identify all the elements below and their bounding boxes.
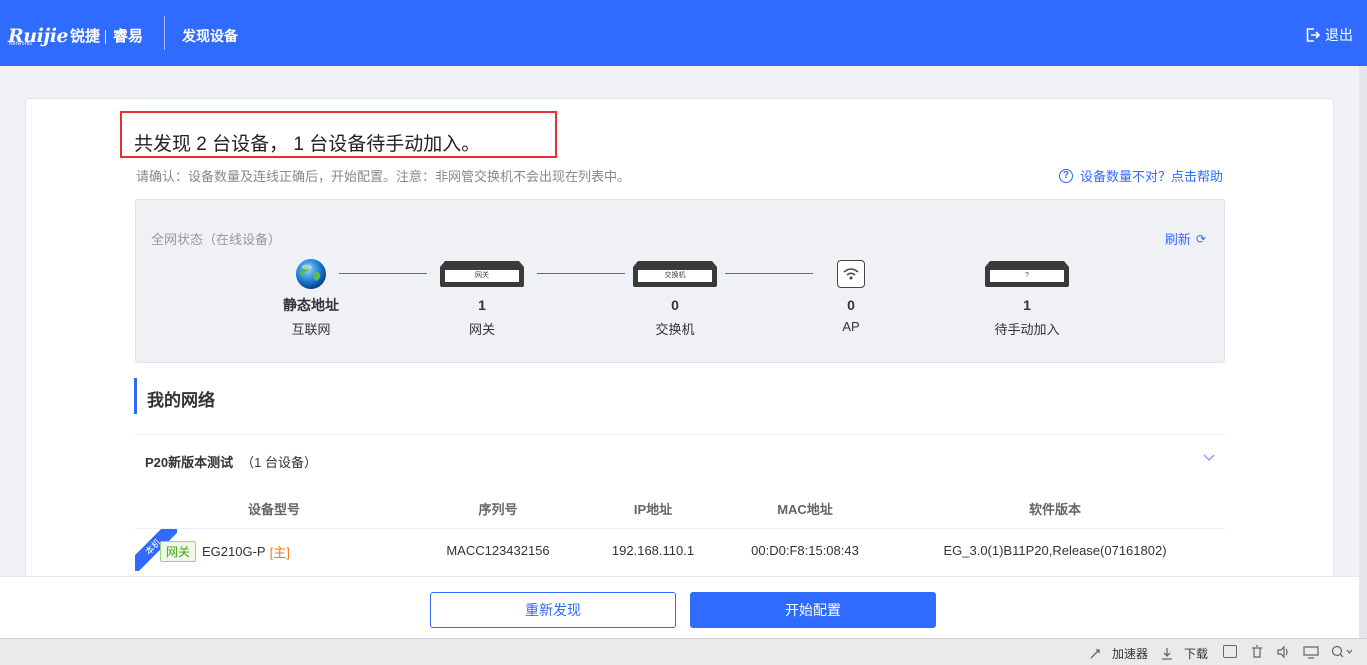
scrollbar-track[interactable]: [1359, 66, 1367, 638]
device-model: EG210G-P: [202, 544, 266, 559]
question-icon: ?: [1058, 168, 1073, 183]
device-role: [主]: [269, 545, 290, 560]
rediscover-button[interactable]: 重新发现: [430, 592, 676, 628]
download-button[interactable]: 下载: [1160, 645, 1208, 662]
network-status-panel: 全网状态（在线设备） 刷新 ⟳ 静态地址 互联网 网关 1 网关 交换机 0 交…: [135, 199, 1225, 363]
screen-button[interactable]: [1303, 645, 1319, 659]
device-ip: 192.168.110.1: [611, 543, 695, 558]
help-link[interactable]: ? 设备数量不对？点击帮助: [1058, 166, 1223, 185]
wifi-ap-icon: [837, 260, 865, 288]
refresh-label: 刷新: [1164, 232, 1191, 247]
link-line-gateway-switch: [537, 273, 625, 274]
node-pending[interactable]: ? 1 待手动加入: [967, 258, 1087, 338]
node-switch-label: 交换机: [655, 322, 695, 337]
accelerator-button[interactable]: 加速器: [1088, 645, 1148, 662]
logo-product: 睿易: [113, 28, 144, 45]
device-software: EG_3.0(1)B11P20,Release(07161802): [943, 543, 1167, 558]
network-group-name: P20新版本测试: [145, 455, 234, 470]
node-switch: 交换机 0 交换机: [615, 258, 735, 338]
column-header-software: 软件版本: [1028, 502, 1082, 517]
logo-subtitle: Networks: [9, 41, 33, 47]
discovery-card: 共发现 2 台设备， 1 台设备待手动加入。 请确认：设备数量及连线正确后，开始…: [25, 98, 1334, 576]
device-type-tag: 网关: [160, 541, 197, 562]
node-ap: 0 AP: [791, 258, 911, 334]
ruijie-logo: Ruijie 锐捷 睿易 Networks: [8, 22, 144, 48]
column-header-ip: IP地址: [633, 502, 673, 517]
network-group-header[interactable]: P20新版本测试 （1 台设备）: [145, 452, 317, 471]
node-internet: 静态地址 互联网: [251, 258, 371, 338]
node-gateway-label: 网关: [468, 322, 495, 337]
node-gateway: 网关 1 网关: [422, 258, 542, 338]
clear-button[interactable]: [1250, 645, 1264, 659]
network-status-title: 全网状态（在线设备）: [151, 232, 282, 247]
column-header-mac: MAC地址: [777, 502, 833, 517]
node-pending-label: 待手动加入: [994, 322, 1060, 337]
logo-divider: [105, 30, 107, 44]
network-group-count: （1 台设备）: [241, 455, 317, 470]
node-internet-value: 静态地址: [283, 297, 339, 313]
download-icon: [1162, 647, 1172, 660]
rocket-icon: [1090, 648, 1100, 658]
monitor-icon: [1303, 646, 1319, 659]
logo-brand-cn: 锐捷: [70, 28, 101, 45]
node-ap-value: 0: [847, 297, 855, 313]
refresh-button[interactable]: 刷新 ⟳: [1165, 229, 1206, 248]
table-row[interactable]: 本机 网关 EG210G-P [主] MACC123432156 192.168…: [135, 529, 1225, 575]
zoom-icon: [1331, 645, 1353, 658]
sound-button[interactable]: [1276, 645, 1290, 659]
zoom-button[interactable]: [1331, 645, 1353, 659]
globe-icon: [296, 259, 326, 289]
header-divider: [164, 16, 165, 50]
discovery-summary: 共发现 2 台设备， 1 台设备待手动加入。: [134, 134, 481, 155]
unknown-device-icon: ?: [985, 261, 1069, 287]
chevron-down-icon[interactable]: [1203, 451, 1215, 465]
node-internet-label: 互联网: [291, 322, 331, 337]
node-switch-value: 0: [671, 297, 679, 313]
logout-label: 退出: [1325, 27, 1353, 43]
confirm-note: 请确认：设备数量及连线正确后，开始配置。注意：非网管交换机不会出现在列表中。: [136, 169, 631, 184]
top-header: Ruijie 锐捷 睿易 Networks 发现设备 退出: [0, 0, 1367, 66]
refresh-icon: ⟳: [1195, 231, 1206, 246]
device-serial: MACC123432156: [446, 543, 550, 558]
page-title: 发现设备: [182, 28, 238, 44]
logout-icon: [1306, 28, 1321, 42]
section-accent-bar: [134, 378, 137, 414]
switch-icon: 交换机: [633, 261, 717, 287]
my-network-title: 我的网络: [147, 391, 215, 410]
download-label: 下载: [1184, 647, 1209, 661]
logout-button[interactable]: 退出: [1305, 25, 1353, 45]
node-gateway-value: 1: [478, 297, 486, 313]
divider: [135, 434, 1225, 435]
gateway-icon: 网关: [440, 261, 524, 287]
device-model-cell: 网关 EG210G-P [主]: [160, 541, 290, 562]
help-link-label: 设备数量不对？点击帮助: [1079, 169, 1223, 184]
accelerator-label: 加速器: [1112, 647, 1149, 661]
action-footer: 重新发现 开始配置: [0, 576, 1359, 638]
column-header-model: 设备型号: [247, 502, 301, 517]
browser-status-bar: 加速器 下载: [0, 638, 1367, 665]
window-icon: [1223, 645, 1237, 658]
node-ap-label: AP: [842, 319, 860, 334]
node-pending-value: 1: [1023, 297, 1031, 313]
column-header-serial: 序列号: [478, 502, 518, 517]
trash-icon: [1252, 645, 1262, 658]
new-window-button[interactable]: [1223, 645, 1242, 658]
device-mac: 00:D0:F8:15:08:43: [751, 543, 859, 558]
speaker-icon: [1277, 645, 1288, 659]
start-config-button[interactable]: 开始配置: [690, 592, 936, 628]
